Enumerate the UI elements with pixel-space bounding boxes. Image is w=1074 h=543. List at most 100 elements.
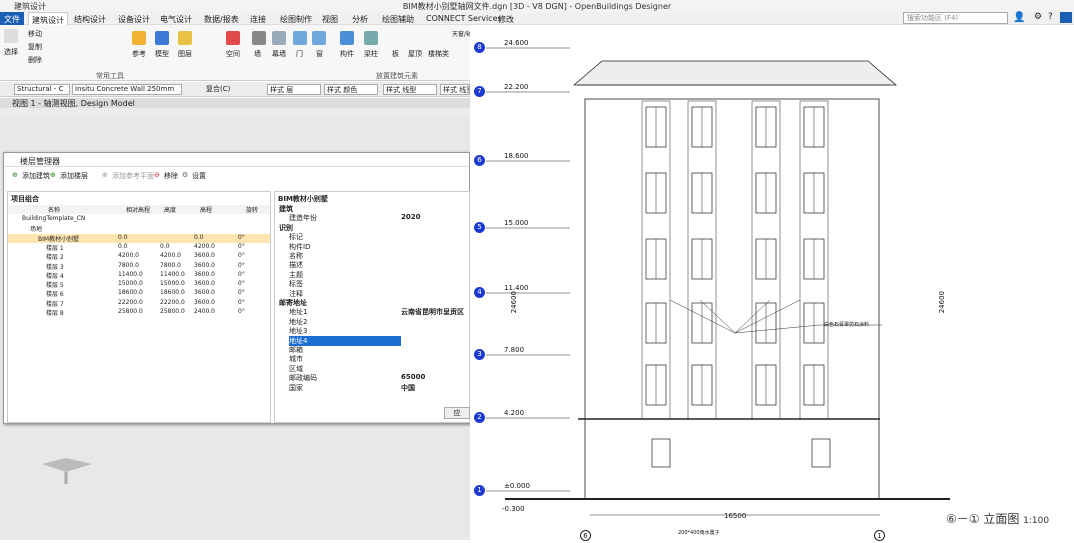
model-icon[interactable] xyxy=(155,31,169,45)
add-floor-button[interactable]: 添加楼层 xyxy=(60,171,88,181)
property-value[interactable]: 中国 xyxy=(401,383,415,393)
stair-button[interactable]: 楼梯类 xyxy=(428,49,449,59)
app-icon[interactable] xyxy=(1060,12,1072,23)
column-header-height[interactable]: 高度 xyxy=(164,205,176,214)
tree-row[interactable]: 楼层 3 7800.0 7800.0 3600.0 0° xyxy=(8,262,270,271)
elevation-drawing[interactable]: 白色石膏罩仿石涂料 16500 24600 24600 -0.300 200*4… xyxy=(470,25,1074,541)
tree-row[interactable]: 楼层 5 15000.0 15000.0 3600.0 0° xyxy=(8,280,270,289)
column-header-rel-elev[interactable]: 相对高程 xyxy=(126,205,150,214)
column-header-elev[interactable]: 高程 xyxy=(200,205,212,214)
tree-row[interactable]: BIM教材小别墅 0.0 0.0 0° xyxy=(8,233,270,243)
tab-electrical-design[interactable]: 电气设计 xyxy=(160,14,192,25)
reference-icon[interactable] xyxy=(132,31,146,45)
property-row[interactable]: 主题 xyxy=(275,270,469,279)
select-icon[interactable] xyxy=(4,29,18,43)
settings-button[interactable]: 设置 xyxy=(192,171,206,181)
member-icon[interactable] xyxy=(340,31,354,45)
style-layer-dropdown[interactable]: 样式 层 xyxy=(267,84,321,95)
roof-button[interactable]: 屋顶 xyxy=(408,49,422,59)
property-row[interactable]: 邮政编码 65000 xyxy=(275,373,469,382)
property-section[interactable]: 识别 xyxy=(275,223,469,232)
tab-equipment-design[interactable]: 设备设计 xyxy=(118,14,150,25)
property-row[interactable]: 注释 xyxy=(275,289,469,298)
wall-icon[interactable] xyxy=(252,31,266,45)
curtain-wall-icon[interactable] xyxy=(272,31,286,45)
apply-button[interactable]: 应 xyxy=(444,407,470,419)
tree-row[interactable]: 楼层 6 18600.0 18600.0 3600.0 0° xyxy=(8,289,270,298)
property-row[interactable]: 构件ID xyxy=(275,242,469,251)
tab-drawing[interactable]: 绘图制作 xyxy=(280,14,312,25)
composite-toggle[interactable]: 复合(C) xyxy=(204,84,242,95)
tree-row[interactable]: 楼层 2 4200.0 4200.0 3600.0 0° xyxy=(8,252,270,261)
tree-row[interactable]: BuildingTemplate_CN xyxy=(8,215,270,224)
column-header-name[interactable]: 名称 xyxy=(48,205,60,214)
tab-modify[interactable]: 修改 xyxy=(498,14,514,25)
tab-file[interactable]: 文件 xyxy=(0,12,24,25)
model-button[interactable]: 模型 xyxy=(155,49,169,59)
space-button[interactable]: 空间 xyxy=(226,49,240,59)
style-linetype-dropdown[interactable]: 样式 线型 xyxy=(383,84,437,95)
property-row[interactable]: 地址4 xyxy=(275,335,469,346)
add-building-button[interactable]: 添加建筑 xyxy=(22,171,50,181)
tab-connect[interactable]: 连接 xyxy=(250,14,266,25)
tab-view[interactable]: 视图 xyxy=(322,14,338,25)
tab-building-design[interactable]: 建筑设计 xyxy=(28,12,68,25)
delete-button[interactable]: 删除 xyxy=(28,55,42,65)
layer-button[interactable]: 图层 xyxy=(178,49,192,59)
move-button[interactable]: 移动 xyxy=(28,29,42,39)
window-icon[interactable] xyxy=(312,31,326,45)
tree-row[interactable]: 楼层 8 25800.0 25800.0 2400.0 0° xyxy=(8,308,270,317)
property-row[interactable]: 地址1 云南省昆明市呈贡区 xyxy=(275,307,469,316)
property-value[interactable]: 2020 xyxy=(401,213,420,221)
tree-row[interactable]: 楼层 1 0.0 0.0 4200.0 0° xyxy=(8,243,270,252)
door-icon[interactable] xyxy=(293,31,307,45)
tab-drawing-aids[interactable]: 绘图辅助 xyxy=(382,14,414,25)
layer-icon[interactable] xyxy=(178,31,192,45)
property-row[interactable]: 标记 xyxy=(275,232,469,241)
door-button[interactable]: 门 xyxy=(296,49,303,59)
tab-data-reports[interactable]: 数据/报表 xyxy=(204,14,239,25)
add-ref-plane-button[interactable]: 添加参考平面 xyxy=(112,171,154,181)
skylight-button[interactable]: 天窗/轴网 xyxy=(452,29,470,38)
property-row[interactable]: 区域 xyxy=(275,364,469,373)
property-row[interactable]: 地址3 xyxy=(275,326,469,335)
tab-analysis[interactable]: 分析 xyxy=(352,14,368,25)
window-button[interactable]: 窗 xyxy=(316,49,323,59)
tree-row[interactable]: 楼层 4 11400.0 11400.0 3600.0 0° xyxy=(8,271,270,280)
column-icon[interactable] xyxy=(364,31,378,45)
search-input[interactable]: 搜索功能区 (F4) xyxy=(903,12,1008,24)
wall-button[interactable]: 墙 xyxy=(254,49,261,59)
member-button[interactable]: 构件 xyxy=(340,49,354,59)
property-section[interactable]: 建筑 xyxy=(275,204,469,213)
copy-button[interactable]: 复制 xyxy=(28,42,42,52)
column-header-rotation[interactable]: 旋转 xyxy=(246,205,258,214)
property-row[interactable]: 名称 xyxy=(275,251,469,260)
gear-icon[interactable]: ⚙ xyxy=(1034,12,1042,22)
column-button[interactable]: 梁柱 xyxy=(364,49,378,59)
property-row[interactable]: 地址2 xyxy=(275,317,469,326)
tree-row[interactable]: 楼层 7 22200.0 22200.0 3600.0 0° xyxy=(8,299,270,308)
property-section[interactable]: 邮寄地址 xyxy=(275,298,469,307)
remove-button[interactable]: 移除 xyxy=(164,171,178,181)
user-icon[interactable]: 👤 xyxy=(1013,12,1025,23)
tab-connect-services[interactable]: CONNECT Services xyxy=(426,14,502,23)
family-dropdown[interactable]: Structural - C xyxy=(14,84,70,95)
part-dropdown[interactable]: Insitu Concrete Wall 250mm xyxy=(72,84,182,95)
select-button[interactable]: 选择 xyxy=(4,47,18,57)
tab-structural-design[interactable]: 结构设计 xyxy=(74,14,106,25)
property-value[interactable]: 65000 xyxy=(401,373,425,381)
property-row[interactable]: 描述 xyxy=(275,260,469,269)
space-icon[interactable] xyxy=(226,31,240,45)
help-icon[interactable]: ? xyxy=(1048,12,1053,22)
style-weight-dropdown[interactable]: 样式 线宽 xyxy=(440,84,470,95)
style-color-dropdown[interactable]: 样式 颜色 xyxy=(324,84,378,95)
property-row[interactable]: 邮箱 xyxy=(275,345,469,354)
reference-button[interactable]: 参考 xyxy=(132,49,146,59)
property-row[interactable]: 建造年份 2020 xyxy=(275,213,469,222)
property-row[interactable]: 城市 xyxy=(275,354,469,363)
tree-row[interactable]: 场地 xyxy=(8,224,270,233)
curtain-wall-button[interactable]: 幕墙 xyxy=(272,49,286,59)
property-row[interactable]: 标签 xyxy=(275,279,469,288)
slab-button[interactable]: 板 xyxy=(392,49,399,59)
property-row[interactable]: 国家 中国 xyxy=(275,383,469,392)
